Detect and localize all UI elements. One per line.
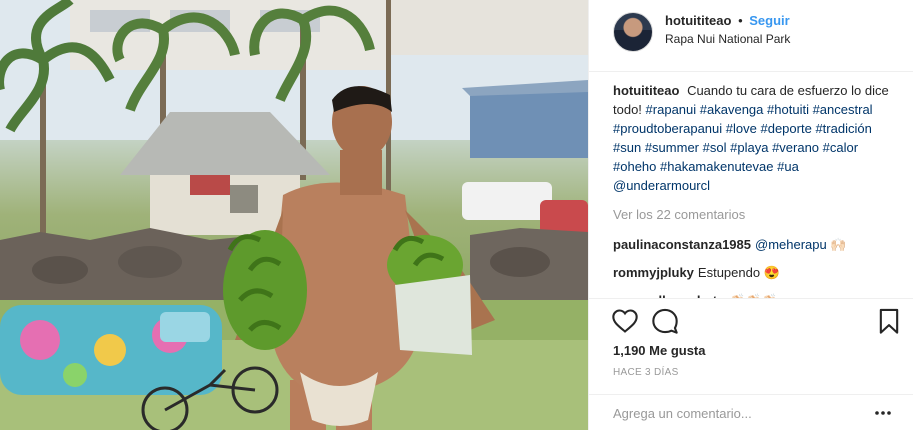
photo-blue-shed [470, 88, 588, 158]
header-username[interactable]: hotuititeao [665, 13, 731, 28]
hashtag-link[interactable]: #summer [645, 140, 699, 155]
location-link[interactable]: Rapa Nui National Park [665, 32, 790, 46]
speech-bubble-icon[interactable] [651, 307, 679, 335]
comment-text: Estupendo 😍 [697, 265, 780, 280]
comments-section[interactable]: hotuititeao Cuando tu cara de esfuerzo l… [589, 73, 913, 298]
hashtag-link[interactable]: #playa [730, 140, 768, 155]
caption-username[interactable]: hotuititeao [613, 83, 679, 98]
avatar[interactable] [613, 12, 653, 52]
hashtag-link[interactable]: #sun [613, 140, 641, 155]
comment-username[interactable]: paulinaconstanza1985 [613, 237, 751, 252]
comment-input[interactable] [613, 403, 863, 423]
hashtag-link[interactable]: #deporte [760, 121, 811, 136]
hashtag-link[interactable]: #tradición [815, 121, 871, 136]
comment-text: @meherapu 🙌🏻 [755, 237, 847, 252]
hashtag-link[interactable]: #sol [703, 140, 727, 155]
hashtag-link[interactable]: #hakamakenutevae [660, 159, 773, 174]
follow-button[interactable]: Seguir [749, 13, 789, 28]
hashtag-link[interactable]: #akavenga [700, 102, 764, 117]
hashtag-link[interactable]: #hotuiti [767, 102, 809, 117]
photo-banana-bunch-left [223, 230, 307, 350]
hashtag-link[interactable]: #calor [823, 140, 858, 155]
hashtag-link[interactable]: #proudtoberapanui [613, 121, 722, 136]
hashtag-link[interactable]: #rapanui [646, 102, 697, 117]
comment-username[interactable]: rommyjpluky [613, 265, 694, 280]
more-options-icon[interactable] [873, 405, 893, 421]
post-actions: 1,190 Me gusta HACE 3 DÍAS [589, 298, 913, 394]
post-timestamp[interactable]: HACE 3 DÍAS [613, 367, 679, 378]
comment-item: rommyjpluky Estupendo 😍 [613, 263, 890, 282]
post-side-panel: hotuititeao • Seguir Rapa Nui National P… [588, 0, 913, 430]
header-user-line: hotuititeao • Seguir [665, 13, 790, 28]
hashtag-link[interactable]: #ua [777, 159, 799, 174]
hashtag-link[interactable]: #verano [772, 140, 819, 155]
comment-list: paulinaconstanza1985 @meherapu 🙌🏻 rommyjpl… [613, 235, 890, 298]
hashtag-link[interactable]: @underarmourcl [613, 178, 710, 193]
view-all-comments-link[interactable]: Ver los 22 comentarios [613, 205, 890, 224]
hashtag-link[interactable]: #oheho [613, 159, 656, 174]
post-header: hotuititeao • Seguir Rapa Nui National P… [589, 0, 913, 72]
photo-banana-bunch-right [387, 235, 472, 355]
header-separator: • [738, 13, 743, 28]
likes-count[interactable]: 1,190 Me gusta [613, 343, 706, 358]
comment-item: paulinaconstanza1985 @meherapu 🙌🏻 [613, 235, 890, 254]
bookmark-icon[interactable] [875, 307, 903, 335]
photo-painted-van [0, 305, 222, 395]
photo-illustration [0, 0, 588, 430]
caption: hotuititeao Cuando tu cara de esfuerzo l… [613, 81, 890, 195]
add-comment-bar [589, 394, 913, 430]
hashtag-link[interactable]: #ancestral [813, 102, 873, 117]
hashtag-link[interactable]: #love [726, 121, 757, 136]
comment-item: macarellanophoto👏🏻👏🏻👏🏻 [613, 291, 890, 298]
heart-icon[interactable] [611, 307, 639, 335]
caption-hashtags: #rapanui #akavenga #hotuiti #ancestral #… [613, 102, 873, 193]
post-photo[interactable] [0, 0, 588, 430]
